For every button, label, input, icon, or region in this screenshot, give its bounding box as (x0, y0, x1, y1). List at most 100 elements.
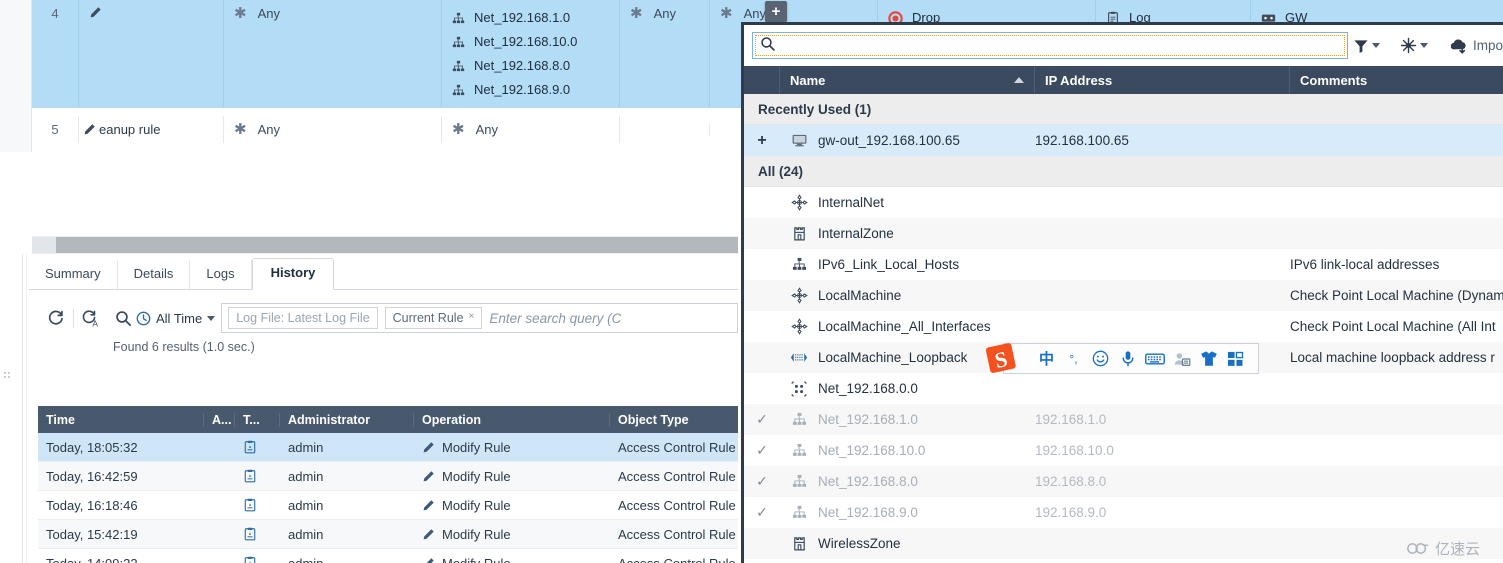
rule-destination-cell[interactable]: ✱ Any (442, 116, 620, 143)
rule-destination-cell[interactable]: Net_192.168.1.0 Net_192.168.10.0 Net_192… (442, 0, 620, 108)
skin-shirt-icon[interactable] (1196, 346, 1221, 372)
rule-name-cell[interactable] (79, 0, 224, 108)
list-item[interactable]: ✓ Net_192.168.1.0 192.168.1.0 (744, 404, 1503, 435)
rule-source-cell[interactable]: ✱ Any (224, 116, 442, 143)
search-icon[interactable] (110, 305, 136, 331)
list-item[interactable]: InternalNet (744, 187, 1503, 218)
time-filter-dropdown[interactable]: All Time (136, 311, 216, 326)
object-search-input[interactable] (782, 37, 1343, 54)
panel-splitter[interactable] (0, 254, 32, 563)
cell-operation: Modify Rule (414, 527, 610, 542)
new-object-button[interactable] (1395, 32, 1433, 60)
rule-vpn-cell[interactable] (620, 123, 710, 136)
history-search-toolbar: A All Time Log File: Latest Log File Cur… (29, 290, 738, 336)
list-item[interactable]: LocalMachine Check Point Local Machine (… (744, 280, 1503, 311)
column-header-name[interactable]: Name (780, 66, 1035, 94)
pencil-icon (83, 123, 96, 136)
rule-vpn-cell[interactable]: ✱ Any (620, 0, 710, 108)
scrollbar-thumb[interactable] (56, 237, 738, 253)
list-item-name: Net_192.168.9.0 (818, 505, 918, 520)
refresh-icon[interactable] (43, 305, 69, 331)
list-item-checkbox[interactable]: ✓ (744, 411, 780, 428)
microphone-icon[interactable] (1115, 346, 1140, 372)
app-grid-icon[interactable] (1223, 346, 1248, 372)
horizontal-scrollbar[interactable] (32, 236, 738, 254)
list-item-name: Net_192.168.8.0 (818, 474, 918, 489)
list-item-label: Net_192.168.10.0 (474, 34, 578, 49)
list-item[interactable]: LocalMachine_All_Interfaces Check Point … (744, 311, 1503, 342)
svg-text:A: A (92, 318, 98, 328)
list-item[interactable]: InternalZone (744, 218, 1503, 249)
search-query-container[interactable]: Log File: Latest Log File Current Rule ×… (221, 303, 738, 333)
tab-logs[interactable]: Logs (190, 260, 252, 289)
column-header-object-type[interactable]: Object Type (610, 413, 738, 427)
list-item-label: Net_192.168.8.0 (474, 58, 571, 73)
soft-keyboard-icon[interactable] (1142, 346, 1167, 372)
list-item[interactable]: Net_192.168.10.0 (452, 30, 577, 54)
cell-operation: Modify Rule (414, 556, 610, 563)
filter-button[interactable] (1348, 32, 1385, 60)
cell-time: Today, 14:09:22 (46, 555, 138, 563)
rule-name-cell[interactable]: eanup rule (79, 116, 224, 143)
list-item[interactable]: ✓ Net_192.168.10.0 192.168.10.0 (744, 435, 1503, 466)
column-header-time[interactable]: Time (38, 412, 204, 427)
ime-toolbar[interactable]: S 中 °, (985, 343, 1259, 374)
refresh-alpha-icon[interactable]: A (78, 305, 104, 331)
column-header-a[interactable]: A... (204, 412, 235, 427)
column-header-comments[interactable]: Comments (1290, 66, 1503, 94)
list-item[interactable]: Net_192.168.0.0 (744, 373, 1503, 404)
list-item[interactable]: + gw-out_192.168.100.65 192.168.100.65 (744, 125, 1503, 156)
cell-operation-label: Modify Rule (442, 526, 511, 542)
chip-current-rule[interactable]: Current Rule × (384, 307, 483, 329)
list-item[interactable]: ✓ Net_192.168.9.0 192.168.9.0 (744, 497, 1503, 528)
import-button[interactable]: Import (1443, 32, 1503, 60)
loopback-icon (780, 351, 818, 364)
column-header-t[interactable]: T... (235, 412, 280, 427)
list-item[interactable]: Net_192.168.8.0 (452, 54, 570, 78)
list-item-checkbox[interactable]: ✓ (744, 504, 780, 521)
add-object-button[interactable]: + (744, 132, 780, 150)
table-row[interactable]: Today, 14:09:22 admin Modify Rule Access… (38, 549, 738, 563)
punctuation-icon[interactable]: °, (1061, 346, 1086, 372)
list-item-checkbox[interactable]: ✓ (744, 473, 780, 490)
sogou-logo-icon[interactable]: S (982, 342, 1020, 376)
scrollbar-track[interactable] (32, 237, 56, 253)
chip-log-file-label: Log File: Latest Log File (236, 311, 370, 325)
search-input[interactable]: Enter search query (C (489, 311, 621, 326)
list-item[interactable]: WirelessZone (744, 528, 1503, 559)
host-monitor-icon (780, 133, 818, 148)
list-item-comments: Check Point Local Machine (All Int (1290, 319, 1496, 334)
column-header-administrator[interactable]: Administrator (280, 412, 414, 427)
chinese-mode-icon[interactable]: 中 (1034, 346, 1059, 372)
tab-history[interactable]: History (251, 258, 335, 290)
list-item[interactable]: ✓ Net_192.168.8.0 192.168.8.0 (744, 466, 1503, 497)
list-item-name: LocalMachine (818, 288, 902, 303)
column-header-operation[interactable]: Operation (414, 412, 610, 427)
tab-details[interactable]: Details (118, 260, 191, 289)
column-header-ip-address[interactable]: IP Address (1035, 66, 1290, 94)
object-list-header: Name IP Address Comments (744, 66, 1503, 94)
cell-time: Today, 16:18:46 (46, 497, 138, 513)
history-table: Time A... T... Administrator Operation O… (38, 406, 738, 563)
search-input-container[interactable] (752, 32, 1348, 59)
list-item[interactable]: Net_192.168.9.0 (452, 78, 570, 102)
rule-source-cell[interactable]: ✱ Any (224, 0, 442, 108)
clipboard-icon (243, 440, 257, 454)
table-row[interactable]: Today, 16:18:46 admin Modify Rule Access… (38, 491, 738, 520)
emoji-icon[interactable] (1088, 346, 1113, 372)
chip-log-file[interactable]: Log File: Latest Log File (228, 307, 378, 329)
table-row[interactable]: Today, 15:42:19 admin Modify Rule Access… (38, 520, 738, 549)
list-item-checkbox[interactable]: ✓ (744, 442, 780, 459)
close-icon[interactable]: × (469, 311, 475, 322)
list-item-name: Net_192.168.0.0 (818, 381, 918, 396)
list-item[interactable]: Net_192.168.1.0 (452, 6, 570, 30)
table-row[interactable]: Today, 16:42:59 admin Modify Rule Access… (38, 462, 738, 491)
group-header-recently-used: Recently Used (1) (744, 94, 1503, 125)
list-item[interactable]: IPv6_Link_Local_Hosts IPv6 link-local ad… (744, 249, 1503, 280)
globe-net-icon (780, 287, 818, 304)
user-card-icon[interactable] (1169, 346, 1194, 372)
add-rule-button[interactable]: + (765, 1, 787, 22)
table-row[interactable]: Today, 18:05:32 admin Modify Rule Access… (38, 433, 738, 462)
tab-summary[interactable]: Summary (29, 260, 118, 289)
object-picker-toolbar: Import (744, 25, 1503, 66)
